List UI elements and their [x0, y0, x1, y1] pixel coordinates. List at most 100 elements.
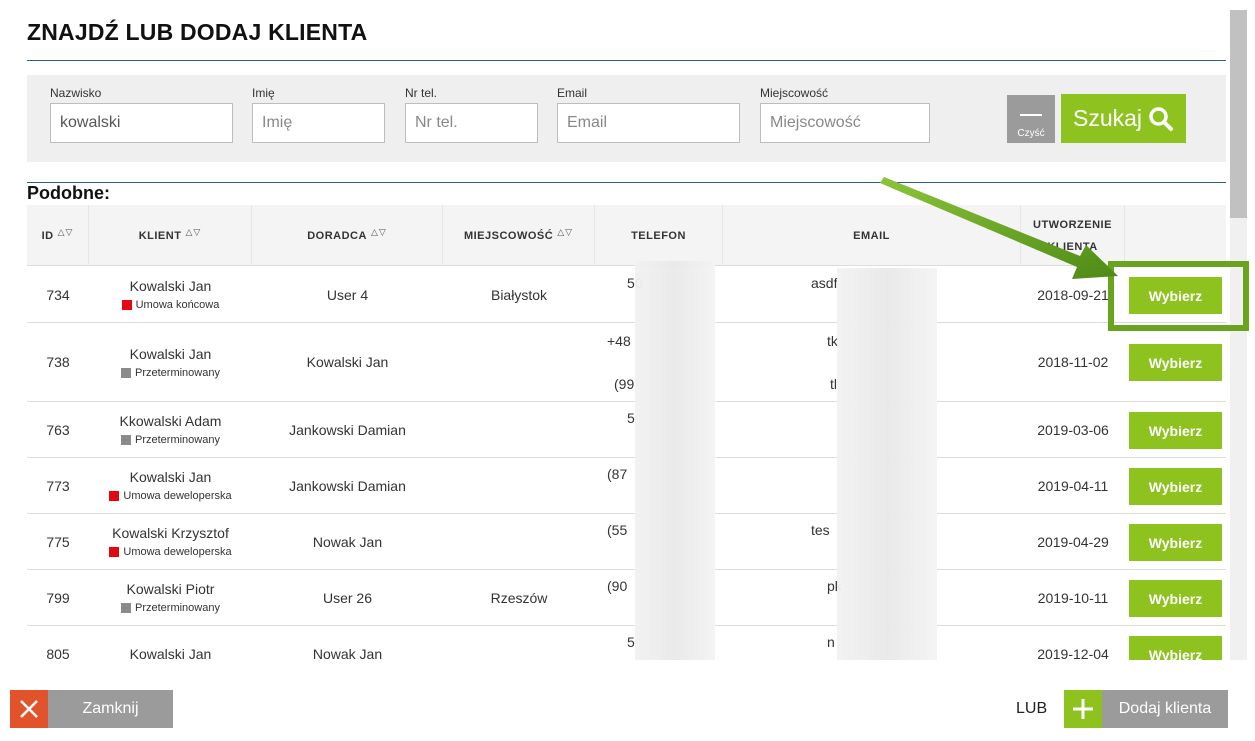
status-badge: Przeterminowany — [121, 434, 220, 446]
status-badge: Przeterminowany — [121, 367, 220, 379]
plus-icon — [1064, 690, 1102, 728]
sort-icon[interactable]: △▽ — [371, 227, 387, 238]
cell-id: 805 — [46, 645, 70, 661]
status-square-icon — [121, 435, 131, 445]
close-button[interactable]: Zamknij — [10, 690, 173, 728]
field-label: Miejscowość — [760, 86, 829, 100]
status-badge: Przeterminowany — [121, 602, 220, 614]
status-label: Przeterminowany — [135, 366, 220, 379]
or-label: LUB — [1016, 700, 1048, 717]
status-square-icon — [109, 547, 120, 557]
th-action — [1125, 205, 1226, 266]
select-client-button[interactable]: Wybierz — [1129, 412, 1222, 449]
th-label: ID — [41, 229, 54, 242]
select-highlight-box — [1108, 261, 1249, 331]
client-name: Kowalski Jan — [129, 278, 212, 294]
client-name: Kowalski Piotr — [126, 581, 215, 597]
th-advisor[interactable]: DORADCA △▽ — [252, 205, 443, 266]
cell-client: Kowalski Jan Umowa deweloperska — [89, 458, 252, 513]
cell-advisor: Jankowski Damian — [289, 477, 406, 494]
th-id[interactable]: ID △▽ — [27, 205, 89, 266]
table-row: 805 Kowalski Jan Nowak Jan 5 n 2019-12-04 Wybi… — [27, 626, 1226, 660]
cell-created: 2018-11-02 — [1037, 354, 1109, 370]
th-city[interactable]: MIEJSCOWOŚĆ △▽ — [443, 205, 595, 266]
phone-input[interactable] — [405, 103, 538, 143]
email-input[interactable] — [557, 103, 740, 143]
page-title: ZNAJDŹ LUB DODAJ KLIENTA — [27, 19, 368, 45]
sort-icon[interactable]: △▽ — [557, 227, 573, 238]
select-client-button[interactable]: Wybierz — [1129, 344, 1222, 381]
close-icon — [10, 690, 48, 728]
table-row: 799 Kowalski Piotr Przeterminowany User 26 R… — [27, 570, 1226, 626]
th-label: EMAIL — [853, 229, 890, 242]
th-label: KLIENT — [138, 229, 182, 242]
clear-label: Czyść — [1017, 128, 1045, 139]
status-label: Umowa końcowa — [135, 299, 220, 311]
select-client-button[interactable]: Wybierz — [1129, 524, 1222, 561]
cell-id: 734 — [46, 286, 70, 303]
scrollbar-thumb[interactable] — [1230, 10, 1247, 218]
cell-client: Kowalski Jan Umowa końcowa — [89, 267, 252, 322]
sort-icon[interactable]: △▽ — [58, 227, 74, 238]
clear-button[interactable]: Czyść — [1007, 95, 1055, 143]
table-row: 763 Kkowalski Adam Przeterminowany Jankowsk… — [27, 402, 1226, 458]
cell-city: Rzeszów — [490, 589, 548, 606]
cell-email: n — [827, 634, 835, 650]
select-client-button[interactable]: Wybierz — [1129, 636, 1222, 660]
lastname-input[interactable] — [50, 103, 233, 143]
status-square-icon — [121, 603, 131, 613]
client-name: Kowalski Jan — [129, 345, 212, 362]
field-label: Nazwisko — [50, 86, 102, 100]
table-row: 775 Kowalski Krzysztof Umowa deweloperska N… — [27, 514, 1226, 570]
email-redaction — [837, 268, 937, 660]
table-row: 734 Kowalski Jan Umowa końcowa User 4 Białys… — [27, 267, 1226, 323]
cell-phone: 5 — [627, 634, 635, 650]
cell-city — [443, 402, 595, 457]
field-lastname: Nazwisko — [50, 86, 233, 143]
cell-advisor: Nowak Jan — [312, 645, 383, 661]
search-icon — [1149, 106, 1174, 131]
th-label: DORADCA — [307, 229, 367, 242]
city-input[interactable] — [760, 103, 930, 143]
th-client[interactable]: KLIENT △▽ — [89, 205, 252, 266]
cell-id: 773 — [46, 477, 70, 494]
select-client-button[interactable]: Wybierz — [1129, 580, 1222, 617]
status-badge: Umowa deweloperska — [109, 546, 232, 558]
cell-phone: +48 — [607, 333, 631, 349]
cell-created: 2019-10-11 — [1037, 589, 1109, 606]
field-firstname: Imię — [252, 86, 385, 143]
status-square-icon — [121, 367, 131, 378]
cell-id: 763 — [46, 421, 70, 438]
scrollbar[interactable] — [1230, 10, 1247, 660]
th-email: EMAIL — [723, 205, 1021, 266]
cell-city — [443, 514, 595, 569]
cell-client: Kowalski Krzysztof Umowa deweloperska — [89, 514, 252, 569]
select-client-button[interactable]: Wybierz — [1129, 468, 1222, 505]
cell-id: 738 — [46, 354, 70, 370]
firstname-input[interactable] — [252, 103, 385, 143]
title-rule — [27, 60, 1226, 61]
field-phone: Nr tel. — [405, 86, 538, 143]
cell-created: 2019-12-04 — [1037, 645, 1109, 661]
client-name: Kowalski Jan — [129, 469, 212, 485]
field-city: Miejscowość — [760, 86, 930, 143]
status-label: Przeterminowany — [135, 434, 220, 446]
search-button[interactable]: Szukaj — [1061, 94, 1186, 143]
search-label: Szukaj — [1073, 105, 1143, 131]
add-client-button[interactable]: Dodaj klienta — [1064, 690, 1228, 728]
phone-redaction — [635, 261, 715, 660]
th-created: UTWORZENIE KLIENTA — [1021, 205, 1125, 266]
cell-email: tes — [811, 522, 830, 538]
add-client-label: Dodaj klienta — [1118, 700, 1212, 717]
sort-icon[interactable]: △▽ — [185, 227, 201, 238]
cell-client: Kowalski Jan — [89, 626, 252, 661]
search-panel: Nazwisko Imię Nr tel. Email Miejscowość … — [27, 75, 1226, 162]
client-name: Kowalski Krzysztof — [112, 525, 229, 541]
status-label: Przeterminowany — [135, 602, 220, 614]
cell-city — [443, 323, 595, 401]
cell-advisor: Nowak Jan — [312, 533, 383, 550]
th-label: TELEFON — [631, 229, 686, 242]
table-row: 738 Kowalski Jan Przeterminowany Kowalski J… — [27, 323, 1226, 402]
cell-created: 2019-04-29 — [1037, 533, 1109, 550]
field-label: Nr tel. — [405, 86, 438, 100]
